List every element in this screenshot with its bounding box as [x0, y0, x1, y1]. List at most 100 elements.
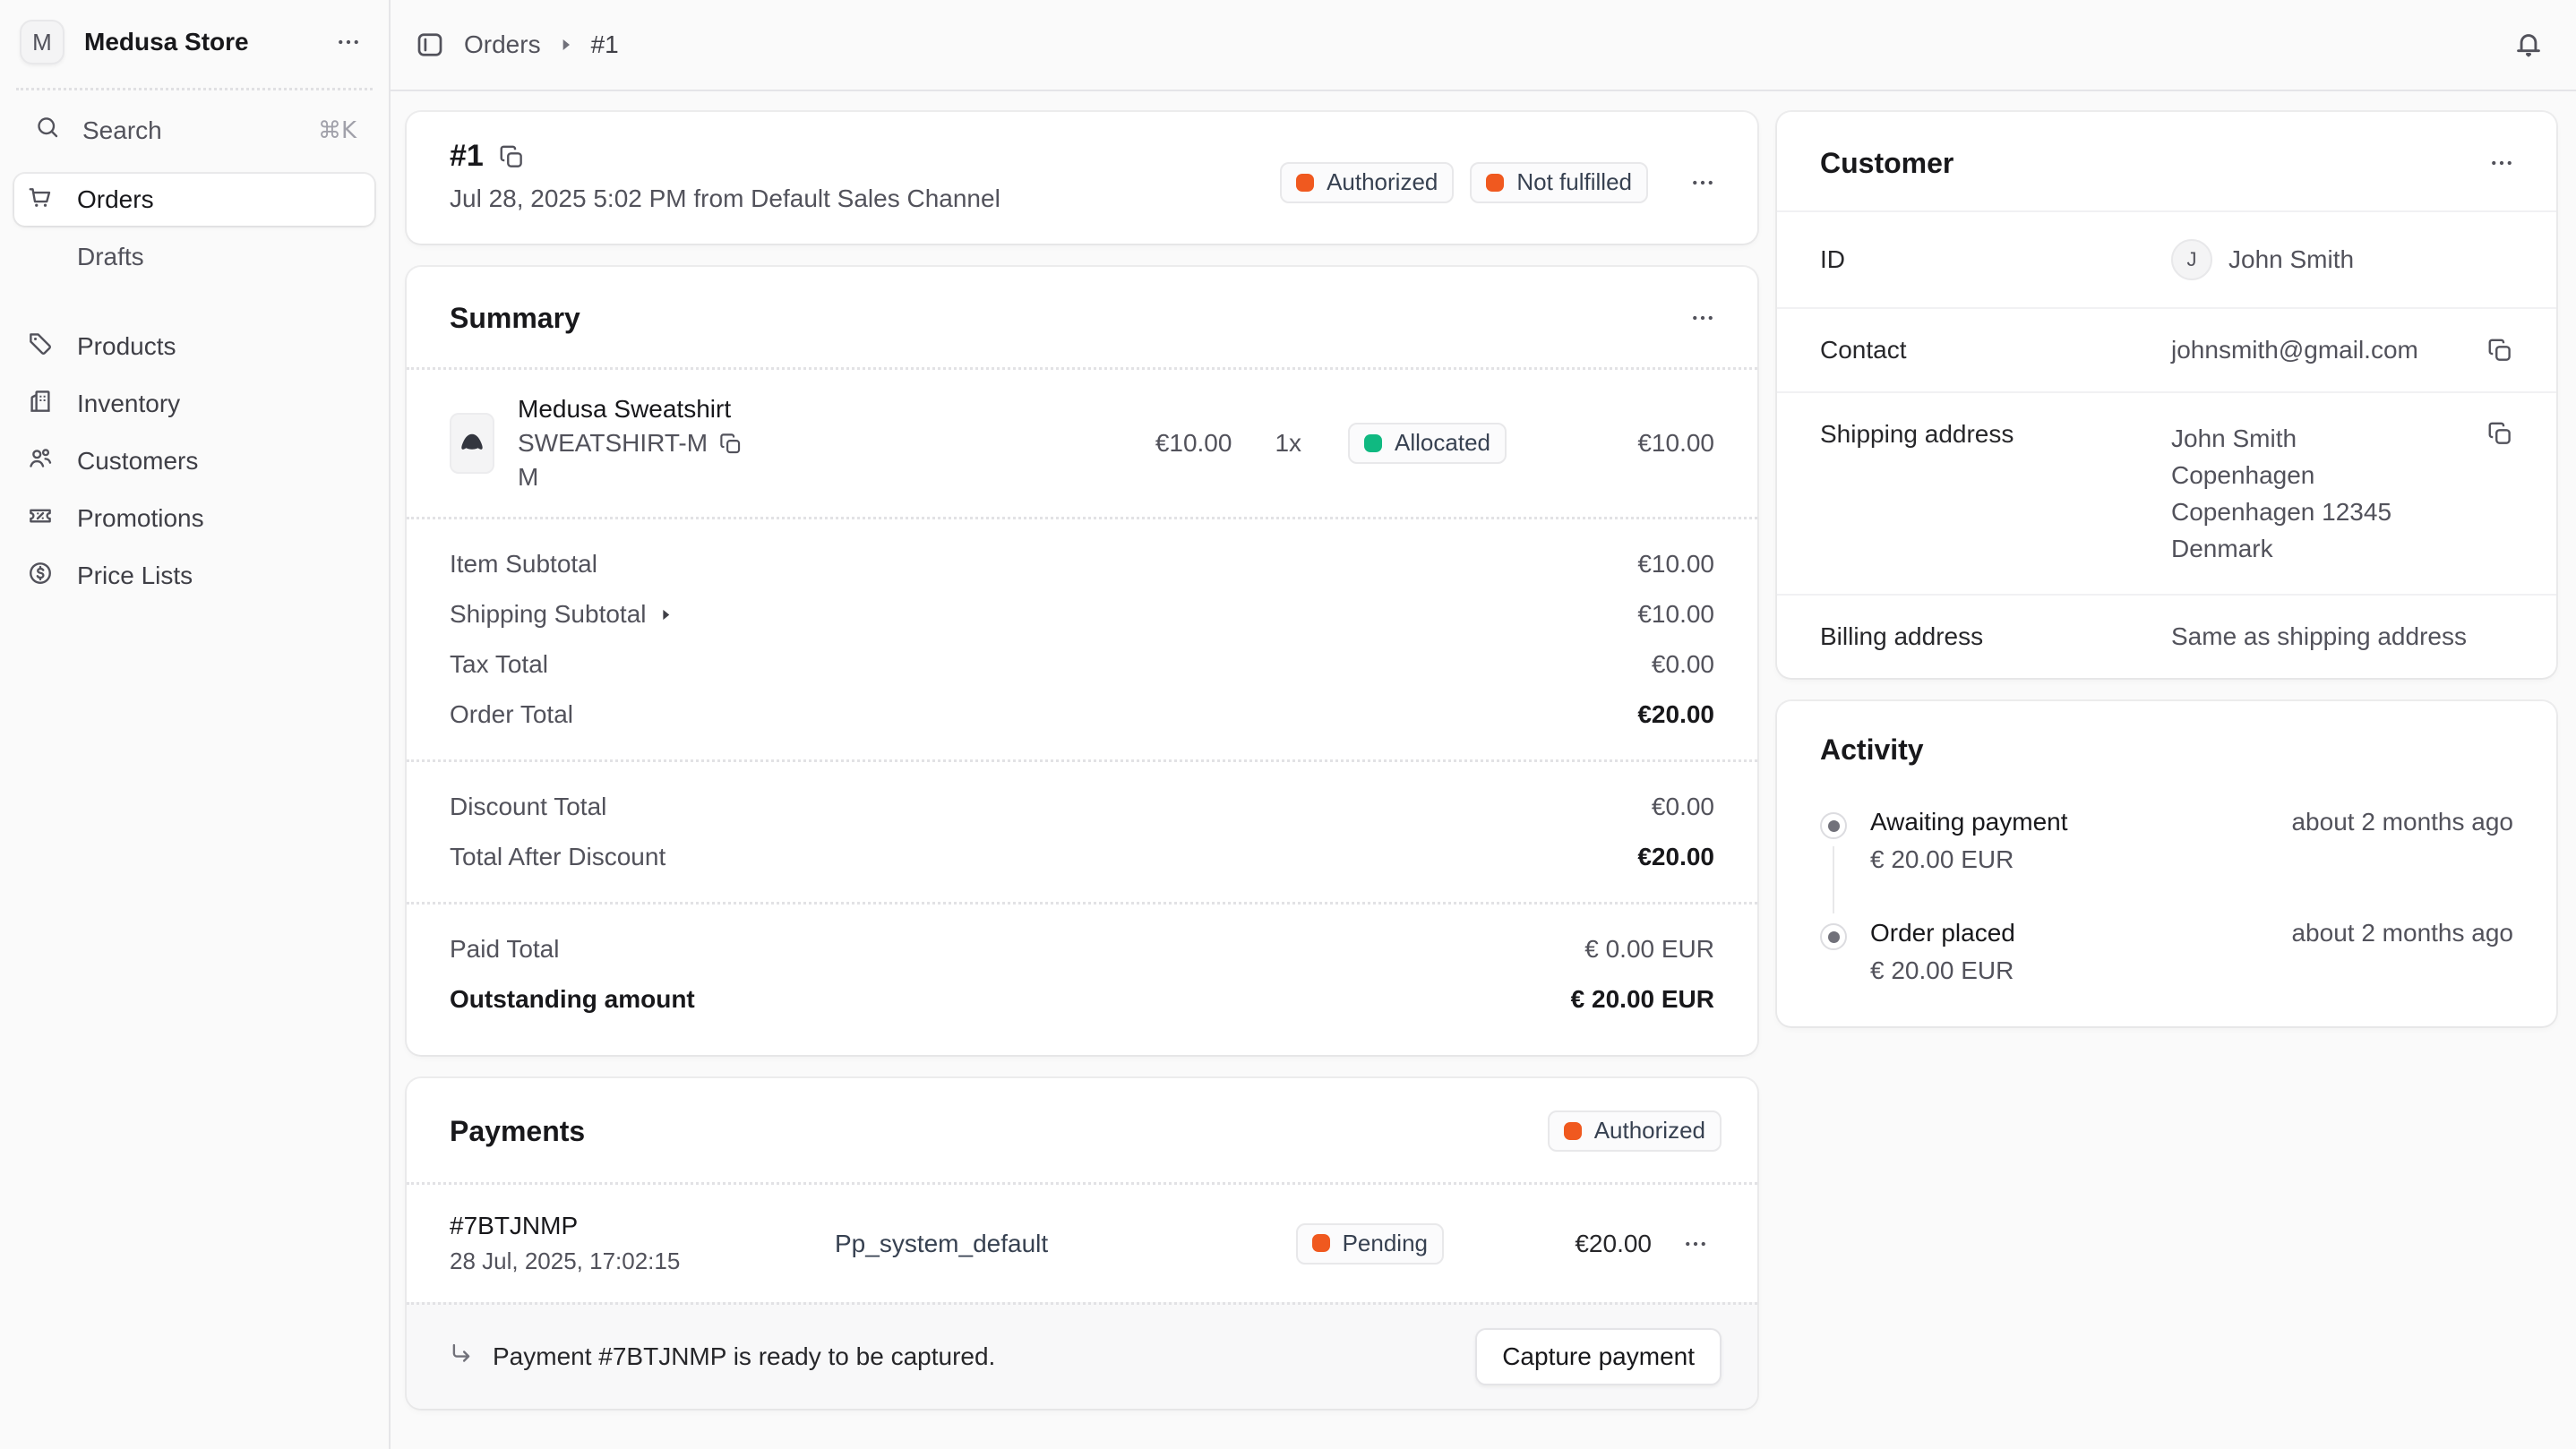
sidebar: M Medusa Store Search ⌘K Orders Drafts — [0, 0, 391, 1449]
customer-name-link[interactable]: John Smith — [2228, 245, 2354, 274]
breadcrumb-current: #1 — [591, 30, 619, 59]
capture-note: Payment #7BTJNMP is ready to be captured… — [493, 1342, 995, 1371]
capture-payment-button[interactable]: Capture payment — [1475, 1328, 1722, 1385]
tax-total-row: Tax Total €0.00 — [450, 639, 1714, 690]
event-amount: € 20.00 EUR — [1870, 956, 2513, 985]
order-actions-ellipsis-icon[interactable] — [1684, 164, 1722, 201]
contact-value: johnsmith@gmail.com — [2171, 336, 2472, 364]
order-header-card: #1 Jul 28, 2025 5:02 PM from Default Sal… — [407, 112, 1757, 244]
paid-total-row: Paid Total € 0.00 EUR — [450, 924, 1714, 974]
sidebar-item-price-lists[interactable]: Price Lists — [14, 550, 374, 602]
total-after-discount-row: Total After Discount €20.00 — [450, 832, 1714, 882]
orange-dot-icon — [1296, 174, 1314, 192]
sidebar-item-products[interactable]: Products — [14, 321, 374, 373]
billing-address-value: Same as shipping address — [2171, 622, 2513, 651]
sweatshirt-image — [456, 427, 488, 459]
customer-heading: Customer — [1820, 147, 1953, 180]
orange-dot-icon — [1312, 1234, 1330, 1252]
order-column: #1 Jul 28, 2025 5:02 PM from Default Sal… — [407, 112, 1757, 1409]
sidebar-nav: Orders Drafts Products Inventory — [14, 174, 374, 602]
customer-contact-row: Contact johnsmith@gmail.com — [1777, 307, 2556, 391]
store-name: Medusa Store — [84, 28, 310, 56]
discount-total-row: Discount Total €0.00 — [450, 782, 1714, 832]
customer-id-label: ID — [1820, 245, 2171, 274]
customer-avatar: J — [2171, 239, 2212, 280]
main-area: Orders #1 #1 — [391, 0, 2576, 1449]
page-content: #1 Jul 28, 2025 5:02 PM from Default Sal… — [391, 91, 2576, 1449]
event-time: about 2 months ago — [2291, 808, 2513, 836]
activity-card: Activity Awaiting payment about — [1777, 701, 2556, 1026]
store-menu[interactable]: M Medusa Store — [14, 0, 374, 88]
line-total: €10.00 — [1507, 429, 1714, 458]
payment-date: 28 Jul, 2025, 17:02:15 — [450, 1248, 835, 1275]
timeline-connector — [1833, 846, 1834, 913]
quantity: 1x — [1275, 429, 1301, 458]
shipping-address-label: Shipping address — [1820, 420, 2171, 449]
sidebar-item-label: Products — [77, 332, 176, 361]
sidebar-item-label: Promotions — [77, 504, 204, 533]
orange-dot-icon — [1486, 174, 1504, 192]
copy-sku-icon[interactable] — [718, 432, 743, 456]
chevron-right-icon — [559, 38, 573, 52]
item-subtotal-row: Item Subtotal €10.00 — [450, 539, 1714, 589]
orange-dot-icon — [1564, 1122, 1582, 1140]
product-sku: SWEATSHIRT-M — [518, 429, 708, 458]
copy-shipping-address-icon[interactable] — [2486, 420, 2513, 447]
timeline-dot-icon — [1820, 923, 1847, 950]
customer-id-row: ID J John Smith — [1777, 210, 2556, 307]
summary-actions-ellipsis-icon[interactable] — [1684, 299, 1722, 337]
notifications-bell-icon[interactable] — [2506, 22, 2551, 67]
order-total-row: Order Total €20.00 — [450, 690, 1714, 740]
sidebar-item-orders[interactable]: Orders — [14, 174, 374, 226]
outstanding-row: Outstanding amount € 20.00 EUR — [450, 974, 1714, 1025]
sidebar-item-promotions[interactable]: Promotions — [14, 493, 374, 544]
sidebar-item-label: Drafts — [77, 243, 144, 271]
summary-card: Summary Medusa Sweatshirt SWEATSHIRT- — [407, 267, 1757, 1055]
sidebar-item-inventory[interactable]: Inventory — [14, 378, 374, 430]
sidebar-item-customers[interactable]: Customers — [14, 435, 374, 487]
payments-card: Payments Authorized #7BTJNMP 28 Jul, 202… — [407, 1078, 1757, 1409]
shipping-subtotal-row: Shipping Subtotal €10.00 — [450, 589, 1714, 639]
totals-section: Item Subtotal €10.00 Shipping Subtotal €… — [407, 517, 1757, 759]
product-name: Medusa Sweatshirt — [518, 395, 1155, 424]
sidebar-item-label: Inventory — [77, 390, 180, 418]
discount-section: Discount Total €0.00 Total After Discoun… — [407, 759, 1757, 902]
timeline-dot-icon — [1820, 812, 1847, 839]
breadcrumb-orders[interactable]: Orders — [464, 30, 541, 59]
side-column: Customer ID J John Smith Contact — [1777, 112, 2556, 1026]
customer-actions-ellipsis-icon[interactable] — [2483, 144, 2520, 182]
sidebar-toggle-icon[interactable] — [414, 29, 446, 61]
users-icon — [27, 445, 54, 478]
payments-heading: Payments — [450, 1115, 585, 1148]
sidebar-item-label: Price Lists — [77, 562, 193, 590]
payment-row: #7BTJNMP 28 Jul, 2025, 17:02:15 Pp_syste… — [407, 1182, 1757, 1302]
payments-status-badge: Authorized — [1548, 1110, 1722, 1152]
order-line-item: Medusa Sweatshirt SWEATSHIRT-M M €10.00 … — [407, 367, 1757, 517]
order-subtitle: Jul 28, 2025 5:02 PM from Default Sales … — [450, 184, 1000, 213]
store-avatar: M — [20, 20, 64, 64]
order-title: #1 — [450, 139, 484, 174]
search-icon — [34, 114, 61, 147]
cart-icon — [27, 184, 54, 217]
store-menu-ellipsis-icon[interactable] — [330, 23, 367, 61]
customer-card: Customer ID J John Smith Contact — [1777, 112, 2556, 678]
payment-actions-ellipsis-icon[interactable] — [1677, 1225, 1714, 1263]
tag-icon — [27, 330, 54, 364]
breadcrumb: Orders #1 — [414, 29, 619, 61]
billing-address-label: Billing address — [1820, 622, 2171, 651]
event-title: Order placed — [1870, 919, 2015, 947]
product-variant: M — [518, 463, 1155, 492]
app-root: M Medusa Store Search ⌘K Orders Drafts — [0, 0, 2576, 1449]
sidebar-item-drafts[interactable]: Drafts — [14, 231, 374, 283]
shipping-address-row: Shipping address John Smith Copenhagen C… — [1777, 391, 2556, 594]
sidebar-item-label: Customers — [77, 447, 198, 476]
fulfillment-status-badge: Not fulfilled — [1470, 162, 1648, 203]
unit-price: €10.00 — [1155, 429, 1232, 458]
copy-contact-icon[interactable] — [2486, 337, 2513, 364]
copy-order-id-icon[interactable] — [498, 143, 525, 170]
sidebar-item-label: Orders — [77, 185, 154, 214]
corner-down-right-icon — [448, 1341, 475, 1374]
paid-section: Paid Total € 0.00 EUR Outstanding amount… — [407, 902, 1757, 1055]
expand-shipping-icon[interactable] — [659, 608, 673, 622]
search-input[interactable]: Search ⌘K — [14, 90, 374, 165]
